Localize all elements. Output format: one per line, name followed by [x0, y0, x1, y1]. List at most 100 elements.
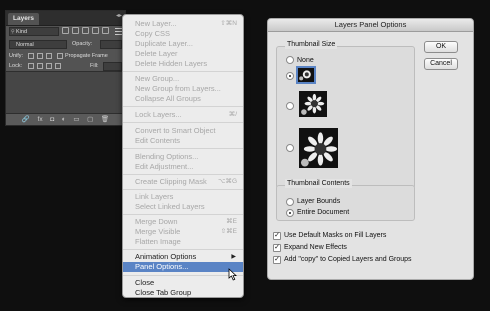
- unify-position-icon[interactable]: [28, 53, 34, 59]
- checkbox-add-copy[interactable]: ✓: [273, 256, 281, 264]
- radio-thumbnail-none[interactable]: [286, 56, 294, 64]
- menu-item-collapse-all-groups[interactable]: Collapse All Groups: [123, 94, 243, 104]
- radio-layer-bounds[interactable]: [286, 198, 294, 206]
- menu-item-edit-contents[interactable]: Edit Contents: [123, 136, 243, 146]
- menu-item-label: New Layer...: [135, 19, 177, 28]
- radio-entire-document[interactable]: [286, 209, 294, 217]
- menu-item-label: Delete Hidden Layers: [135, 59, 208, 68]
- menu-item-close[interactable]: Close: [123, 278, 243, 288]
- menu-item-lock-layers[interactable]: Lock Layers... ⌘/: [123, 110, 243, 120]
- checkbox-expand-new-effects[interactable]: ✓: [273, 244, 281, 252]
- menu-item-shortcut: ⇧⌘E: [220, 228, 237, 235]
- lock-transparent-icon[interactable]: [28, 63, 34, 69]
- type-filter-icon[interactable]: [82, 27, 89, 34]
- menu-item-flatten-image[interactable]: Flatten Image: [123, 237, 243, 247]
- menu-separator: [123, 122, 243, 123]
- trash-icon[interactable]: 🗑: [101, 116, 109, 124]
- menu-item-label: Lock Layers...: [135, 110, 182, 119]
- menu-item-label: Convert to Smart Object: [135, 126, 216, 135]
- menu-item-link-layers[interactable]: Link Layers: [123, 192, 243, 202]
- sunflower-image-large: [299, 128, 338, 168]
- thumbnail-medium-image[interactable]: [299, 91, 327, 117]
- unify-style-icon[interactable]: [46, 53, 52, 59]
- checkbox-default-masks-label: Use Default Masks on Fill Layers: [284, 232, 387, 239]
- menu-item-merge-visible[interactable]: Merge Visible ⇧⌘E: [123, 227, 243, 237]
- sunflower-image-medium: [299, 91, 327, 117]
- menu-item-edit-adjustment[interactable]: Edit Adjustment...: [123, 162, 243, 172]
- menu-item-select-linked-layers[interactable]: Select Linked Layers: [123, 202, 243, 212]
- tab-layers[interactable]: Layers: [8, 13, 39, 25]
- menu-item-shortcut: ⌘/: [228, 111, 237, 118]
- menu-item-label: Blending Options...: [135, 152, 199, 161]
- menu-item-new-group[interactable]: New Group...: [123, 74, 243, 84]
- opacity-field[interactable]: [100, 40, 122, 49]
- menu-item-label: Flatten Image: [135, 237, 181, 246]
- ok-button[interactable]: OK: [424, 41, 458, 53]
- layers-panel-options-dialog: Layers Panel Options Thumbnail Size None: [267, 18, 474, 280]
- menu-separator: [123, 214, 243, 215]
- menu-item-label: Close: [135, 278, 155, 287]
- menu-item-delete-layer[interactable]: Delete Layer: [123, 49, 243, 59]
- adjustment-filter-icon[interactable]: [72, 27, 79, 34]
- menu-item-delete-hidden-layers[interactable]: Delete Hidden Layers: [123, 59, 243, 69]
- radio-entire-document-label: Entire Document: [297, 209, 350, 216]
- new-layer-icon[interactable]: ▢: [87, 116, 93, 124]
- lock-position-icon[interactable]: [46, 63, 52, 69]
- filter-kind-value: Kind: [16, 29, 28, 35]
- menu-item-shortcut: ⌥⌘G: [217, 178, 237, 185]
- new-group-icon[interactable]: ▭: [73, 116, 79, 124]
- menu-item-duplicate-layer[interactable]: Duplicate Layer...: [123, 39, 243, 49]
- pixel-filter-icon[interactable]: [62, 27, 69, 34]
- menu-item-blending-options[interactable]: Blending Options...: [123, 152, 243, 162]
- menu-separator: [123, 275, 243, 276]
- add-mask-icon[interactable]: ◘: [50, 116, 54, 124]
- menu-item-label: Edit Contents: [135, 136, 181, 145]
- menu-item-copy-css[interactable]: Copy CSS: [123, 29, 243, 39]
- propagate-frame-checkbox[interactable]: [57, 53, 63, 59]
- menu-item-new-layer[interactable]: New Layer... ⇧⌘N: [123, 19, 243, 29]
- layers-list[interactable]: [6, 71, 125, 113]
- radio-layer-bounds-label: Layer Bounds: [297, 198, 341, 205]
- radio-thumbnail-small[interactable]: [286, 72, 294, 80]
- layers-panel-tab-bar: Layers ◂▸: [6, 11, 125, 26]
- menu-item-create-clipping-mask[interactable]: Create Clipping Mask ⌥⌘G: [123, 177, 243, 187]
- mouse-pointer-icon: [228, 268, 237, 281]
- thumbnail-small-image[interactable]: [296, 66, 316, 84]
- menu-separator: [123, 71, 243, 72]
- menu-item-label: Collapse All Groups: [135, 94, 201, 103]
- radio-thumbnail-medium[interactable]: [286, 102, 294, 110]
- menu-item-animation-options[interactable]: Animation Options ▶: [123, 252, 243, 262]
- smart-object-filter-icon[interactable]: [102, 27, 109, 34]
- lock-image-icon[interactable]: [37, 63, 43, 69]
- checkbox-default-masks[interactable]: ✓: [273, 232, 281, 240]
- menu-item-close-tab-group[interactable]: Close Tab Group: [123, 288, 243, 298]
- radio-thumbnail-large[interactable]: [286, 144, 294, 152]
- fill-field[interactable]: [103, 62, 122, 71]
- menu-item-label: Close Tab Group: [135, 288, 192, 297]
- filter-kind-select[interactable]: ⚲ Kind: [9, 27, 59, 36]
- shape-filter-icon[interactable]: [92, 27, 99, 34]
- menu-item-label: Edit Adjustment...: [135, 162, 194, 171]
- blend-mode-value: Normal: [16, 42, 34, 48]
- thumbnail-size-title: Thumbnail Size: [285, 40, 338, 49]
- lock-all-icon[interactable]: [55, 63, 61, 69]
- unify-label: Unify:: [9, 53, 24, 59]
- menu-item-merge-down[interactable]: Merge Down ⌘E: [123, 217, 243, 227]
- blend-mode-select[interactable]: Normal: [9, 40, 67, 49]
- thumbnail-large-image[interactable]: [299, 128, 338, 168]
- adjustment-layer-icon[interactable]: ◐: [62, 116, 66, 124]
- menu-item-label: Link Layers: [135, 192, 174, 201]
- cancel-button[interactable]: Cancel: [424, 58, 458, 70]
- panel-menu-icon[interactable]: [115, 28, 122, 35]
- link-layers-icon[interactable]: 🔗: [22, 116, 30, 124]
- propagate-frame-label: Propagate Frame: [65, 53, 108, 59]
- filter-icons: [62, 27, 109, 34]
- fill-label: Fill:: [90, 63, 99, 69]
- unify-visibility-icon[interactable]: [37, 53, 43, 59]
- menu-item-label: Copy CSS: [135, 29, 171, 38]
- menu-item-panel-options[interactable]: Panel Options...: [123, 262, 243, 272]
- menu-item-convert-to-smart-object[interactable]: Convert to Smart Object: [123, 126, 243, 136]
- menu-item-new-group-from-layers[interactable]: New Group from Layers...: [123, 84, 243, 94]
- layer-style-icon[interactable]: fx: [38, 116, 43, 124]
- checkbox-expand-new-effects-label: Expand New Effects: [284, 244, 347, 251]
